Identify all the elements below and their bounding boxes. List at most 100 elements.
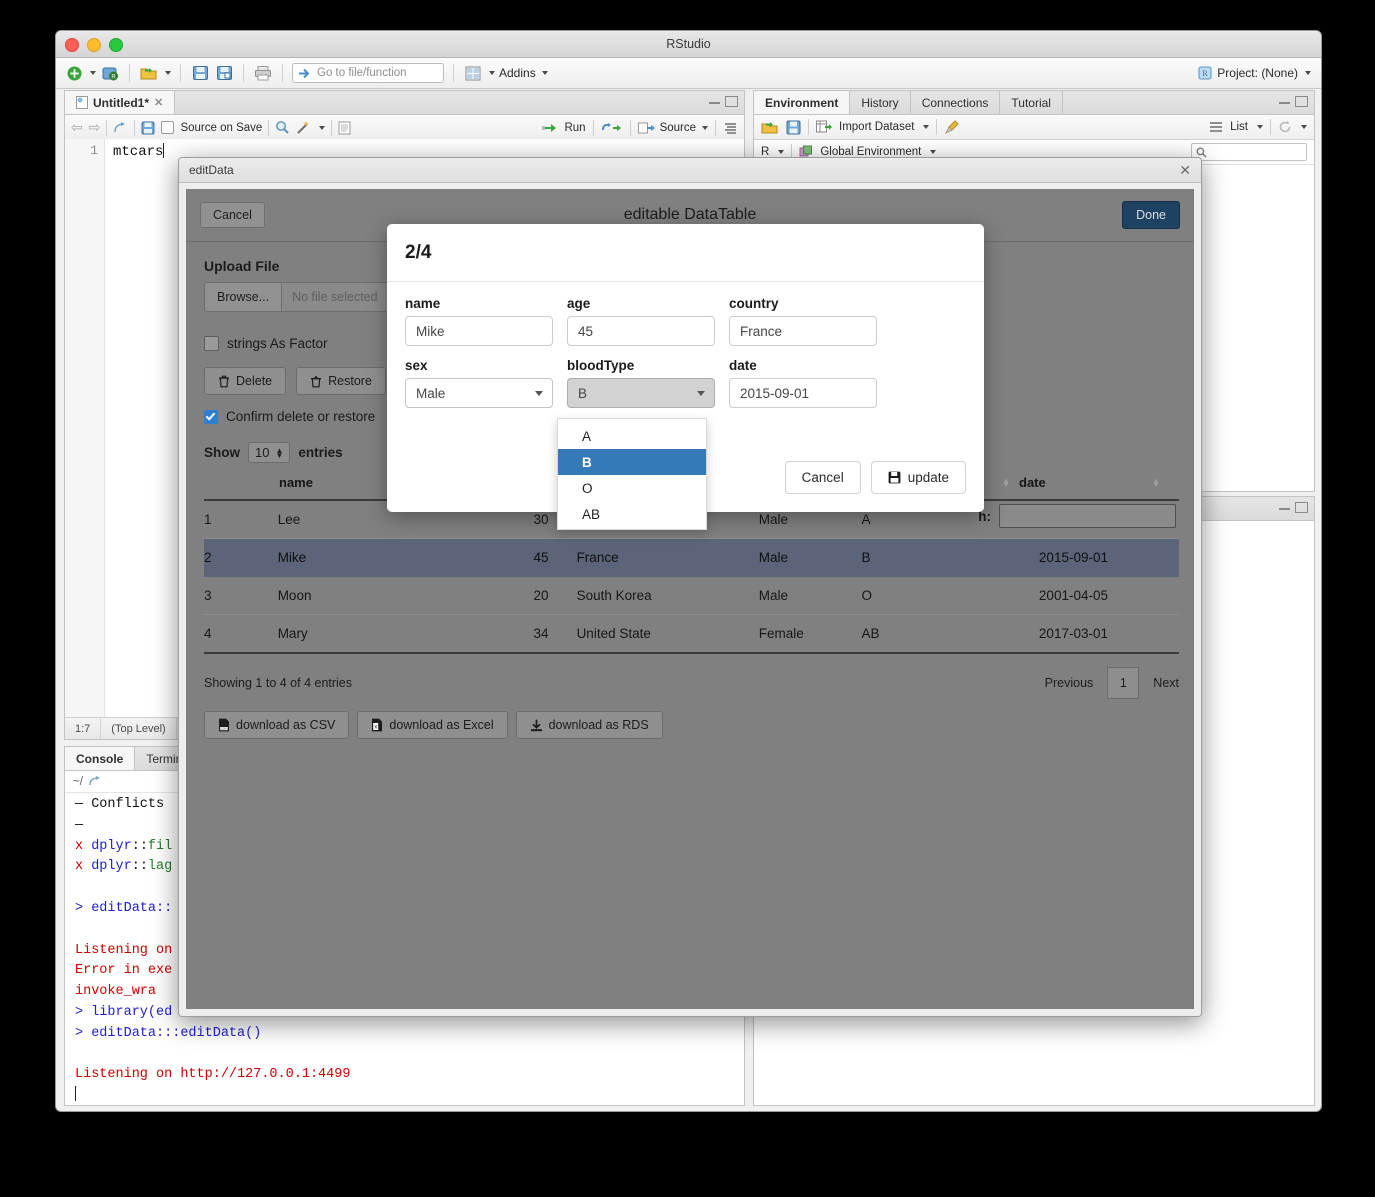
refresh-icon[interactable]: [1278, 120, 1292, 134]
name-input[interactable]: Mike: [405, 316, 553, 346]
tab-untitled1[interactable]: Untitled1* ✕: [65, 91, 175, 114]
close-icon[interactable]: ✕: [1179, 162, 1191, 179]
wand-dropdown-icon[interactable]: [319, 126, 325, 130]
project-menu[interactable]: R Project: (None): [1198, 66, 1311, 80]
search-icon[interactable]: [275, 120, 290, 135]
dropdown-option-ab[interactable]: AB: [558, 501, 706, 527]
tab-history[interactable]: History: [850, 91, 910, 114]
download-rds-button[interactable]: download as RDS: [516, 711, 663, 739]
minimize-pane-icon[interactable]: [709, 99, 720, 104]
addins-button[interactable]: Addins: [499, 66, 548, 80]
list-view-icon[interactable]: [1209, 121, 1223, 133]
download-excel-button[interactable]: x download as Excel: [357, 711, 507, 739]
strings-as-factor-checkbox[interactable]: [204, 336, 219, 351]
page-1-button[interactable]: 1: [1107, 667, 1139, 699]
list-view-label[interactable]: List: [1230, 121, 1248, 133]
tab-connections[interactable]: Connections: [911, 91, 1001, 114]
table-header-date[interactable]: date ▲▼: [1019, 475, 1169, 490]
next-page-button[interactable]: Next: [1153, 676, 1179, 690]
date-input[interactable]: 2015-09-01: [729, 378, 877, 408]
print-icon[interactable]: [253, 63, 273, 83]
save-all-icon[interactable]: [214, 63, 234, 83]
environment-pane-controls[interactable]: [1279, 96, 1308, 107]
save-workspace-icon[interactable]: [786, 120, 801, 135]
new-project-icon[interactable]: R: [100, 63, 120, 83]
run-button[interactable]: Run: [542, 122, 585, 134]
new-file-icon[interactable]: [64, 63, 84, 83]
sex-select[interactable]: Male: [405, 378, 553, 408]
download-csv-button[interactable]: CSV download as CSV: [204, 711, 349, 739]
import-dataset-icon[interactable]: [816, 120, 832, 134]
bloodtype-dropdown-menu[interactable]: A B O AB: [557, 418, 707, 530]
tab-close-icon[interactable]: ✕: [154, 96, 163, 109]
list-caret-icon[interactable]: [1257, 125, 1263, 129]
magic-wand-icon[interactable]: [296, 120, 311, 135]
refresh-caret-icon[interactable]: [1301, 125, 1307, 129]
clear-broom-icon[interactable]: [944, 120, 961, 135]
previous-page-button[interactable]: Previous: [1045, 676, 1094, 690]
rerun-icon[interactable]: [601, 122, 623, 134]
files-pane-controls[interactable]: [1279, 502, 1308, 513]
modal-cancel-button[interactable]: Cancel: [785, 461, 861, 494]
save-icon[interactable]: [141, 121, 155, 135]
show-in-new-window-icon[interactable]: [113, 121, 128, 135]
goto-file-function-input[interactable]: Go to file/function: [292, 63, 444, 83]
new-file-dropdown-icon[interactable]: [90, 71, 96, 75]
environment-search-input[interactable]: [1191, 143, 1307, 161]
import-caret-icon[interactable]: [923, 125, 929, 129]
source-pane-controls[interactable]: [709, 96, 738, 107]
back-icon[interactable]: ⇦: [71, 119, 83, 136]
browse-button[interactable]: Browse...: [205, 283, 282, 311]
close-window-button[interactable]: [65, 38, 79, 52]
sort-icon[interactable]: ▲▼: [1002, 479, 1010, 487]
workbench-panes-icon[interactable]: [463, 63, 483, 83]
download-button-row: CSV download as CSV x download as Excel …: [204, 711, 1179, 739]
table-row[interactable]: 4 Mary 34 United State Female AB 2017-03…: [204, 615, 1179, 654]
maximize-window-button[interactable]: [109, 38, 123, 52]
maximize-pane-icon[interactable]: [1295, 96, 1308, 107]
stepper-arrows-icon[interactable]: ▲▼: [275, 448, 283, 458]
panes-dropdown-icon[interactable]: [489, 71, 495, 75]
maximize-pane-icon[interactable]: [725, 96, 738, 107]
country-input[interactable]: France: [729, 316, 877, 346]
source-button[interactable]: Source: [638, 122, 708, 134]
global-env-caret-icon[interactable]: [930, 150, 936, 154]
r-engine-caret-icon[interactable]: [778, 150, 784, 154]
tab-console[interactable]: Console: [65, 747, 135, 770]
window-controls[interactable]: [65, 38, 123, 52]
source-on-save-checkbox[interactable]: [161, 121, 174, 134]
sort-icon[interactable]: ▲▼: [1152, 479, 1160, 487]
table-search-input[interactable]: [999, 504, 1176, 528]
import-dataset-label[interactable]: Import Dataset: [839, 121, 914, 133]
open-in-files-icon[interactable]: [89, 776, 102, 787]
maximize-pane-icon[interactable]: [1295, 502, 1308, 513]
cancel-button[interactable]: Cancel: [200, 202, 265, 228]
dropdown-option-b[interactable]: B: [558, 449, 706, 475]
minimize-pane-icon[interactable]: [1279, 505, 1290, 510]
modal-update-button[interactable]: update: [871, 461, 966, 494]
entries-per-page-stepper[interactable]: 10 ▲▼: [248, 442, 290, 463]
restore-button[interactable]: Restore: [296, 367, 386, 395]
dropdown-option-a[interactable]: A: [558, 423, 706, 449]
document-outline-icon[interactable]: [338, 121, 351, 135]
open-file-dropdown-icon[interactable]: [165, 71, 171, 75]
tab-tutorial[interactable]: Tutorial: [1000, 91, 1063, 114]
forward-icon[interactable]: ⇨: [89, 119, 101, 136]
load-workspace-icon[interactable]: [761, 120, 779, 135]
minimize-window-button[interactable]: [87, 38, 101, 52]
code-area[interactable]: mtcars: [105, 139, 164, 717]
bloodtype-select[interactable]: B: [567, 378, 715, 408]
table-row[interactable]: 2 Mike 45 France Male B 2015-09-01: [204, 539, 1179, 577]
confirm-delete-checkbox[interactable]: [204, 410, 218, 424]
minimize-pane-icon[interactable]: [1279, 99, 1290, 104]
open-file-icon[interactable]: [139, 63, 159, 83]
tab-environment[interactable]: Environment: [754, 91, 850, 114]
dropdown-option-o[interactable]: O: [558, 475, 706, 501]
table-row[interactable]: 3 Moon 20 South Korea Male O 2001-04-05: [204, 577, 1179, 615]
delete-button[interactable]: Delete: [204, 367, 286, 395]
outline-toggle-icon[interactable]: [723, 121, 738, 135]
divider: [1270, 119, 1271, 135]
save-icon[interactable]: [190, 63, 210, 83]
done-button[interactable]: Done: [1122, 201, 1180, 229]
age-input[interactable]: 45: [567, 316, 715, 346]
